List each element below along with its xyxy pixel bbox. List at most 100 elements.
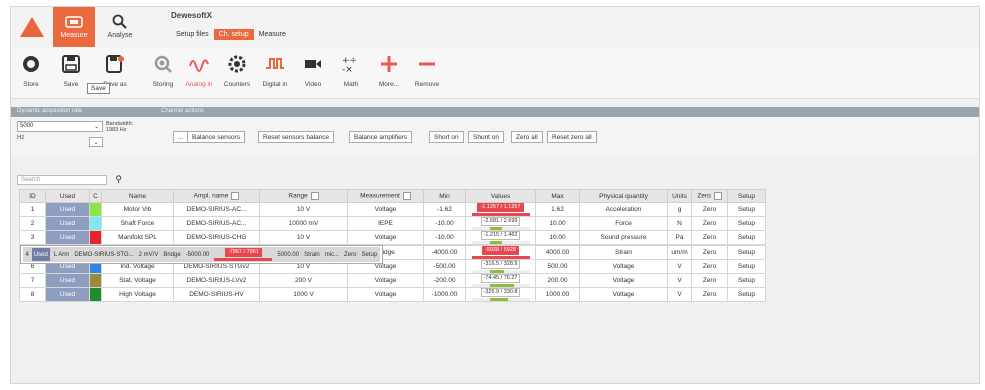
zero-button[interactable]: Zero xyxy=(691,259,728,274)
col-range[interactable]: Range xyxy=(259,189,348,203)
col-ampl-name[interactable]: Ampl. name xyxy=(173,189,260,203)
cell-min[interactable]: -1.62 xyxy=(423,202,466,217)
cell-units[interactable]: g xyxy=(667,202,692,217)
zero-button[interactable]: Zero xyxy=(691,202,728,217)
used-toggle[interactable]: Used xyxy=(45,230,90,245)
tab-setup-files[interactable]: Setup files xyxy=(171,29,214,40)
cell-measurement[interactable]: Voltage xyxy=(347,273,424,288)
color-swatch[interactable] xyxy=(89,273,102,288)
cell-max[interactable]: 1.62 xyxy=(535,202,580,217)
zero-button[interactable]: Zero xyxy=(691,216,728,231)
cell-measurement[interactable]: Voltage xyxy=(347,287,424,302)
cell-physical-quantity[interactable]: Strain xyxy=(301,247,323,262)
col-name[interactable]: Name xyxy=(101,189,174,203)
cell-name[interactable]: High Voltage xyxy=(101,287,174,302)
cell-physical-quantity[interactable]: Force xyxy=(579,216,668,231)
tab-measure[interactable]: Measure xyxy=(254,29,291,40)
col-min[interactable]: Min xyxy=(423,189,466,203)
store-button[interactable]: Store xyxy=(13,51,49,95)
setup-button[interactable]: Setup xyxy=(727,245,766,260)
col-max[interactable]: Max xyxy=(535,189,580,203)
cell-units[interactable]: um/m xyxy=(667,245,692,260)
cell-measurement[interactable]: Voltage xyxy=(347,230,424,245)
zero-button[interactable]: Zero xyxy=(691,273,728,288)
col-used[interactable]: Used xyxy=(45,189,90,203)
col-values[interactable]: Values xyxy=(465,189,536,203)
cell-min[interactable]: -10.00 xyxy=(423,230,466,245)
color-swatch[interactable] xyxy=(89,202,102,217)
cell-units[interactable]: mic... xyxy=(321,247,343,262)
cell-min[interactable]: -1000.00 xyxy=(423,287,466,302)
cell-physical-quantity[interactable]: Strain xyxy=(579,245,668,260)
cell-max[interactable]: 10.00 xyxy=(535,230,580,245)
digital-in-button[interactable]: Digital in xyxy=(257,51,293,95)
balance-amplifiers-button[interactable]: Balance amplifiers xyxy=(349,131,413,143)
cell-units[interactable]: Pa xyxy=(667,230,692,245)
cell-units[interactable]: V xyxy=(667,273,692,288)
zero-button[interactable]: Zero xyxy=(691,287,728,302)
cell-name[interactable]: L Arm xyxy=(50,247,73,262)
setup-button[interactable]: Setup xyxy=(727,230,766,245)
cell-range[interactable]: 10 V xyxy=(259,202,348,217)
color-swatch[interactable] xyxy=(89,216,102,231)
table-row[interactable]: 2 Used Shaft Force DEMO-SIRIUS-AC... 10000 m… xyxy=(19,216,766,231)
table-row[interactable]: 3 Used Manifold SPL DEMO-SIRIUS-CHG 10 V Volt… xyxy=(19,230,766,245)
cell-range[interactable]: 2 mV/V xyxy=(135,247,162,262)
save-button[interactable]: Save xyxy=(53,51,89,95)
remove-button[interactable]: Remove xyxy=(409,51,445,95)
analog-in-button[interactable]: Analog in xyxy=(181,51,217,95)
cell-max[interactable]: 10.00 xyxy=(535,216,580,231)
math-button[interactable]: +÷ -× Math xyxy=(333,51,369,95)
col-setup[interactable]: Setup xyxy=(727,189,766,203)
zero-button[interactable]: Zero xyxy=(691,245,728,260)
unit-dropdown[interactable]: ⌄ xyxy=(89,137,103,147)
cell-max[interactable]: 500.00 xyxy=(535,259,580,274)
reset-zero-all-button[interactable]: Reset zero all xyxy=(547,131,597,143)
search-input[interactable]: Search ⚲ xyxy=(17,174,122,185)
cell-min[interactable]: -5000.00 xyxy=(182,247,213,262)
shunt-on-button[interactable]: Shunt on xyxy=(468,131,505,143)
setup-button[interactable]: Setup xyxy=(727,259,766,274)
more-button[interactable]: More... xyxy=(371,51,407,95)
cell-name[interactable]: Motor Vib xyxy=(101,202,174,217)
reset-sensors-balance-button[interactable]: Reset sensors balance xyxy=(258,131,335,143)
cell-min[interactable]: -200.00 xyxy=(423,273,466,288)
cell-units[interactable]: V xyxy=(667,259,692,274)
cell-range[interactable]: 200 V xyxy=(259,273,348,288)
cell-physical-quantity[interactable]: Acceleration xyxy=(579,202,668,217)
cell-name[interactable]: Shaft Force xyxy=(101,216,174,231)
table-row[interactable]: 4 Used L Arm DEMO-SIRIUS-STG... 2 mV/V Bridge… xyxy=(19,245,384,264)
cell-min[interactable]: -10.00 xyxy=(423,216,466,231)
setup-button[interactable]: Setup xyxy=(727,202,766,217)
storing-button[interactable]: Storing xyxy=(145,51,181,95)
cell-max[interactable]: 4000.00 xyxy=(535,245,580,260)
col-measurement[interactable]: Measurement xyxy=(347,189,424,203)
search-icon[interactable]: ⚲ xyxy=(115,174,122,185)
cell-measurement[interactable]: Bridge xyxy=(160,247,184,262)
cell-units[interactable]: V xyxy=(667,287,692,302)
col-id[interactable]: ID xyxy=(19,189,46,203)
analyse-mode-button[interactable]: Analyse xyxy=(99,7,141,47)
setup-button[interactable]: Setup xyxy=(727,216,766,231)
setup-button[interactable]: Setup xyxy=(727,287,766,302)
cell-min[interactable]: -500.00 xyxy=(423,259,466,274)
cell-physical-quantity[interactable]: Voltage xyxy=(579,273,668,288)
cell-measurement[interactable]: IEPE xyxy=(347,216,424,231)
cell-range[interactable]: 10000 mV xyxy=(259,216,348,231)
cell-physical-quantity[interactable]: Voltage xyxy=(579,259,668,274)
used-toggle[interactable]: Used xyxy=(45,287,90,302)
col-color[interactable]: C xyxy=(89,189,102,203)
used-toggle[interactable]: Used xyxy=(45,273,90,288)
video-button[interactable]: Video xyxy=(295,51,331,95)
zero-button[interactable]: Zero xyxy=(691,230,728,245)
filter-icon[interactable] xyxy=(402,192,411,200)
setup-button[interactable]: Setup xyxy=(727,273,766,288)
cell-range[interactable]: 1000 V xyxy=(259,287,348,302)
zero-button[interactable]: Zero xyxy=(341,247,360,262)
zero-all-button[interactable]: Zero all xyxy=(511,131,543,143)
table-row[interactable]: 8 Used High Voltage DEMO-SIRIUS-HV 1000 V Vol… xyxy=(19,287,766,302)
balance-sensors-button[interactable]: Balance sensors xyxy=(187,131,246,143)
cell-max[interactable]: 1000.00 xyxy=(535,287,580,302)
filter-icon[interactable] xyxy=(310,192,319,200)
used-toggle[interactable]: Used xyxy=(30,247,51,262)
